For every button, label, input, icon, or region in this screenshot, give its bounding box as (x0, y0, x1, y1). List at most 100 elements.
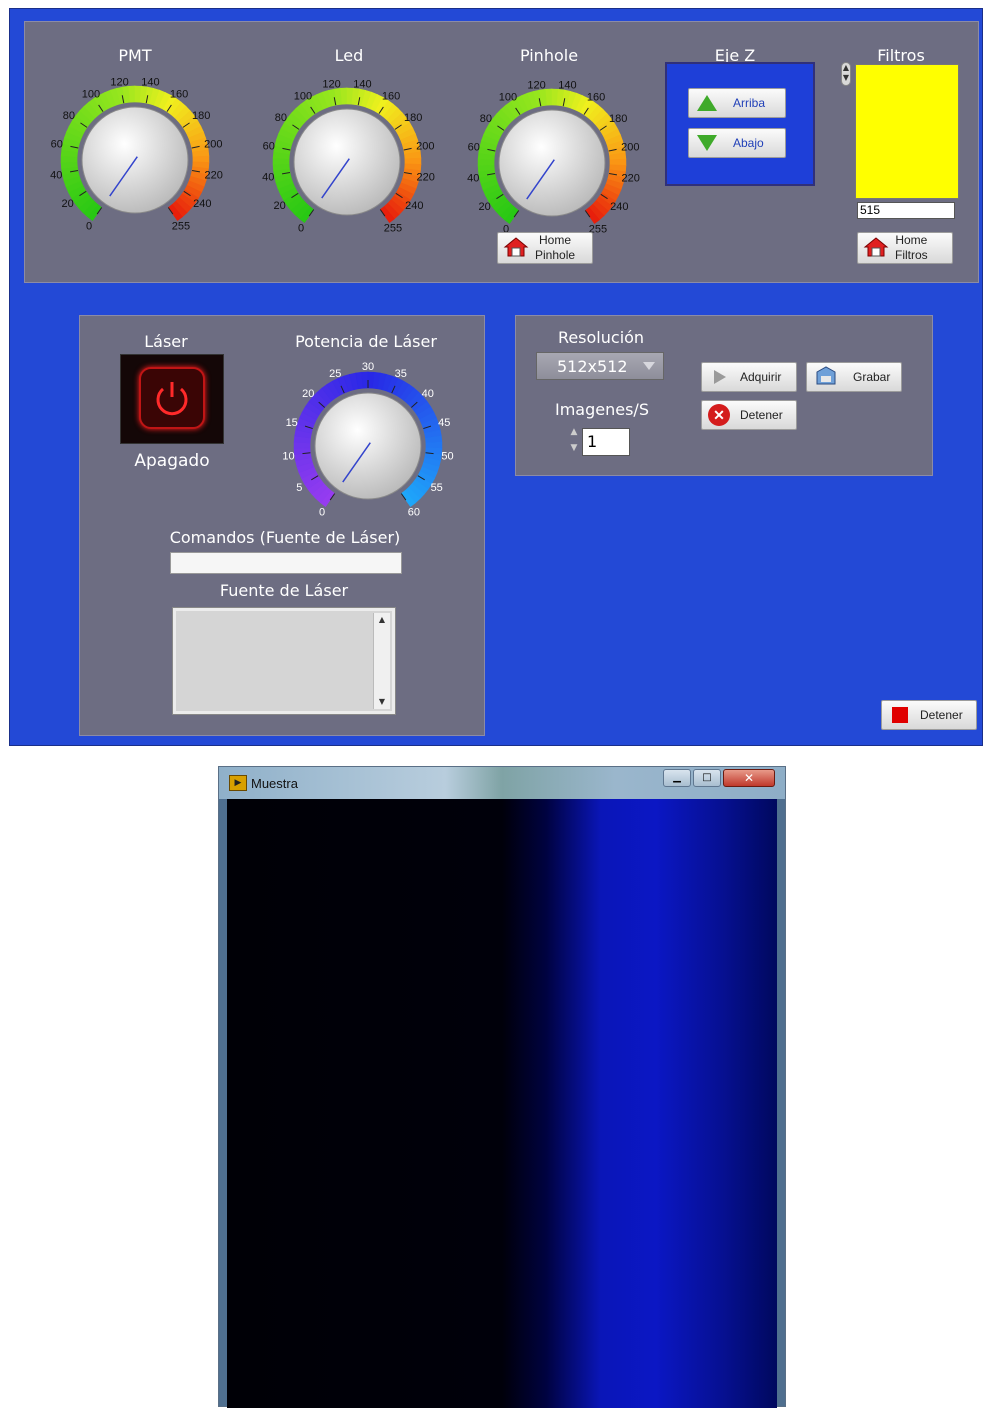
scroll-down-icon[interactable]: ▼ (374, 695, 390, 709)
scrollbar[interactable]: ▲ ▼ (373, 613, 390, 709)
potencia-title: Potencia de Láser (295, 332, 437, 351)
resolucion-select[interactable]: 512x512 (536, 352, 664, 380)
filtros-title: Filtros (877, 46, 925, 65)
adquirir-label: Adquirir (740, 370, 782, 384)
top-controls-area: PMT 0 20 40 60 80 100 120 140 160 180 200 220 240 255… (24, 21, 979, 283)
grabar-label: Grabar (853, 370, 891, 384)
gauge-tick-label: 180 (609, 113, 627, 125)
gauge-tick-label: 120 (110, 77, 128, 89)
gauge-tick-label: 10 (282, 450, 294, 462)
laser-power-button[interactable] (120, 354, 224, 444)
filtros-color-box (855, 64, 959, 199)
gauge-tick-label: 40 (50, 169, 62, 181)
gauge-tick-label: 200 (416, 140, 434, 152)
app-icon: ▶ (229, 775, 247, 791)
arrow-down-icon (697, 135, 717, 151)
main-panel: PMT 0 20 40 60 80 100 120 140 160 180 200 220 240 255… (9, 8, 983, 746)
comandos-input[interactable] (170, 552, 402, 574)
gauge-tick-label: 40 (262, 171, 274, 183)
comandos-label: Comandos (Fuente de Láser) (169, 528, 401, 547)
abajo-button[interactable]: Abajo (688, 128, 786, 158)
minimize-button[interactable]: ▁ (663, 769, 691, 787)
laser-state: Apagado (134, 451, 210, 471)
gauge-tick-label: 140 (141, 77, 159, 89)
arriba-button[interactable]: Arriba (688, 88, 786, 118)
gauge-tick-label: 100 (499, 91, 517, 103)
home-filtros-label-1: Home (895, 233, 928, 247)
maximize-button[interactable]: □ (693, 769, 721, 787)
pmt-gauge[interactable]: 0 20 40 60 80 100 120 140 160 180 200 220 240255 (35, 64, 235, 244)
adquirir-button[interactable]: Adquirir (701, 362, 797, 392)
gauge-tick-label: 35 (395, 368, 407, 380)
imagenes-stepper[interactable]: ▲ ▼ (568, 424, 580, 458)
gauge-tick-label: 255 (384, 223, 402, 235)
acquisition-panel: Resolución 512x512 Imagenes/S ▲ ▼ 1 Adqui… (515, 315, 933, 476)
filtros-slider[interactable]: ▲ ▼ (841, 62, 851, 86)
gauge-tick-label: 0 (298, 223, 304, 235)
gauge-tick-label: 200 (204, 138, 222, 150)
gauge-tick-label: 40 (467, 172, 479, 184)
gauge-tick-label: 100 (82, 88, 100, 100)
detener-acq-label: Detener (740, 408, 783, 422)
gauge-tick-label: 180 (192, 110, 210, 122)
gauge-tick-label: 15 (286, 417, 298, 429)
arrow-up-icon (697, 95, 717, 111)
window-titlebar[interactable]: ▶ Muestra ▁ □ ✕ (219, 767, 785, 799)
potencia-gauge[interactable]: 0 5 10 15 20 25 30 35 40 45 50 55 60 (268, 350, 468, 520)
gauge-tick-label: 240 (405, 200, 423, 212)
gauge-tick-label: 120 (527, 80, 545, 92)
gauge-tick-label: 160 (382, 90, 400, 102)
gauge-tick-label: 40 (422, 388, 434, 400)
filtros-value-field[interactable]: 515 (857, 202, 955, 219)
led-title: Led (334, 46, 364, 65)
close-button[interactable]: ✕ (723, 769, 775, 787)
gauge-tick-label: 240 (193, 198, 211, 210)
home-pinhole-button[interactable]: Home Pinhole (497, 232, 593, 264)
home-pinhole-label-2: Pinhole (535, 248, 576, 262)
stop-square-icon (892, 707, 908, 723)
gauge-tick-label: 50 (441, 450, 453, 462)
imagenes-input[interactable]: 1 (582, 428, 630, 456)
led-gauge[interactable]: 0 20 40 60 80 100 120 140 160 180 200 220 240255 (247, 66, 447, 246)
gauge-tick-label: 60 (408, 507, 420, 519)
home-filtros-label-2: Filtros (895, 248, 928, 262)
detener-main-button[interactable]: Detener (881, 700, 977, 730)
detener-main-label: Detener (920, 708, 963, 722)
grabar-button[interactable]: Grabar (806, 362, 902, 392)
home-icon (863, 236, 889, 261)
gauge-tick-label: 60 (51, 138, 63, 150)
gauge-tick-label: 5 (296, 482, 302, 494)
gauge-tick-label: 220 (205, 169, 223, 181)
pinhole-gauge[interactable]: 020406080100120 140160180200220240255 (452, 67, 652, 247)
power-icon (156, 382, 188, 416)
gauge-tick-label: 20 (274, 200, 286, 212)
gauge-tick-label: 0 (86, 221, 92, 233)
gauge-tick-label: 45 (438, 417, 450, 429)
window-title: Muestra (251, 776, 298, 791)
gauge-tick-label: 180 (404, 112, 422, 124)
fuente-textarea[interactable]: ▲ ▼ (172, 607, 396, 715)
gauge-tick-label: 20 (479, 201, 491, 213)
laser-panel: Láser Apagado Potencia de Láser 0 5 10 15 20… (79, 315, 485, 736)
home-filtros-button[interactable]: Home Filtros (857, 232, 953, 264)
detener-acq-button[interactable]: ✕ Detener (701, 400, 797, 430)
pinhole-title: Pinhole (519, 46, 579, 65)
stop-circle-icon: ✕ (708, 404, 730, 426)
resolucion-label: Resolución (557, 328, 645, 347)
gauge-tick-label: 160 (170, 88, 188, 100)
gauge-tick-label: 30 (362, 361, 374, 373)
resolucion-value: 512x512 (557, 357, 628, 376)
sample-image (227, 799, 777, 1408)
chevron-down-icon (643, 362, 655, 370)
gauge-tick-label: 120 (322, 79, 340, 91)
gauge-tick-label: 140 (353, 79, 371, 91)
imagenes-label: Imagenes/S (555, 400, 649, 419)
gauge-tick-label: 0 (319, 507, 325, 519)
scroll-up-icon[interactable]: ▲ (374, 613, 390, 627)
save-icon (815, 365, 837, 389)
gauge-tick-label: 25 (329, 368, 341, 380)
gauge-tick-label: 140 (558, 80, 576, 92)
muestra-window: ▶ Muestra ▁ □ ✕ (218, 766, 786, 1408)
gauge-tick-label: 220 (622, 172, 640, 184)
gauge-tick-label: 220 (417, 171, 435, 183)
